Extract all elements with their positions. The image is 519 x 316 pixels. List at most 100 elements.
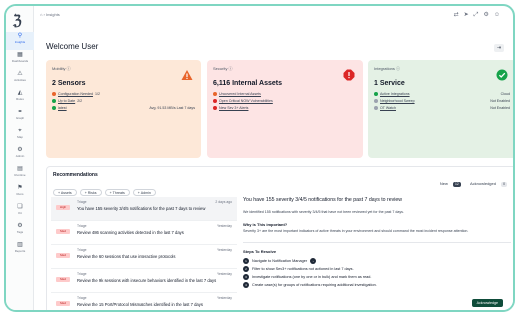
sidebar-item-map[interactable]: ⌖ Map bbox=[6, 127, 34, 145]
card-row-link[interactable]: Open Critical NOW Vulnerabilities bbox=[219, 99, 273, 103]
sidebar-item-runtime[interactable]: ▤ Runtime bbox=[6, 165, 34, 183]
status-dot-icon bbox=[374, 92, 378, 97]
filter-pill-1[interactable]: + Risks bbox=[79, 189, 102, 196]
share-icon[interactable]: ⇄ bbox=[454, 12, 464, 18]
card-row[interactable]: Configuration Needed 1/2 bbox=[52, 91, 195, 98]
sidebar-item-activities[interactable]: ⚠ Activities bbox=[6, 70, 34, 88]
card-row[interactable]: Active Integrations Cloud bbox=[374, 91, 510, 98]
sidebar-item-reports[interactable]: ▥ Reports bbox=[6, 241, 34, 259]
sidebar-item-label: Tags bbox=[16, 230, 24, 234]
card-row[interactable]: latest Avg. 91.53 MB/s Last 7 days bbox=[52, 105, 195, 112]
recommendation-tabs: New 12 Acknowledged 0 bbox=[432, 181, 507, 187]
card-row-value: Not Enabled bbox=[490, 106, 510, 110]
card-header: Security ⓘ bbox=[213, 66, 233, 71]
rules-icon: ◭ bbox=[17, 90, 23, 96]
recommendations-panel: Recommendations + Assets + Risks + Threats… bbox=[46, 166, 513, 310]
sidebar-item-label: Kit bbox=[18, 211, 22, 215]
card-row-link[interactable]: New Sev 3+ Alerts bbox=[219, 106, 248, 110]
expand-icon[interactable]: ⤢ bbox=[474, 12, 484, 18]
card-row[interactable]: Neighborhood Sweep Not Enabled bbox=[374, 98, 510, 105]
sidebar-item-dashboards[interactable]: ▦ Dashboards bbox=[6, 51, 34, 69]
top-bar: ⌂ › Insights ⇄➤⤢⚙☺ bbox=[34, 6, 513, 24]
card-row-link[interactable]: Up to Date bbox=[58, 99, 75, 103]
why-title: Why is This important? bbox=[243, 222, 288, 227]
arrow-right-icon[interactable]: › bbox=[310, 258, 317, 264]
card-row[interactable]: Open Critical NOW Vulnerabilities bbox=[213, 98, 357, 105]
item-time: 2 days ago bbox=[215, 200, 232, 204]
sidebar-item-runs[interactable]: ⚑ Runs bbox=[6, 184, 34, 202]
card-row[interactable]: OT Watch Not Enabled bbox=[374, 105, 510, 112]
tab-new[interactable]: New 12 bbox=[436, 181, 461, 187]
recommendation-detail: You have 155 severity 3/4/5 notification… bbox=[243, 197, 511, 310]
user-menu-icon[interactable]: ☺ bbox=[494, 12, 505, 18]
list-item[interactable]: Med Triage Review the 9k sessions with ins… bbox=[51, 269, 237, 293]
list-item[interactable]: High Triage You have 155 severity 3/4/5 no… bbox=[51, 197, 237, 221]
sidebar-item-admin[interactable]: ⚙ Admin bbox=[6, 146, 34, 164]
card-row-link[interactable]: Active Integrations bbox=[380, 92, 410, 96]
card-row-count: 2/2 bbox=[77, 99, 83, 103]
page-title: Welcome User bbox=[46, 42, 99, 51]
step-text: Filter to show Sev3+ notifications not a… bbox=[252, 267, 354, 271]
card-row-link[interactable]: OT Watch bbox=[380, 106, 396, 110]
sidebar-item-rules[interactable]: ◭ Rules bbox=[6, 89, 34, 107]
sidebar-item-tags[interactable]: ⚙ Tags bbox=[6, 222, 34, 240]
sidebar-item-label: Runs bbox=[16, 192, 24, 196]
graph-icon: ⚭ bbox=[17, 109, 23, 115]
sidebar-item-label: Dashboards bbox=[11, 59, 29, 63]
breadcrumb-current[interactable]: Insights bbox=[46, 12, 60, 17]
reports-icon: ▥ bbox=[17, 242, 23, 248]
sidebar-item-graph[interactable]: ⚭ Graph bbox=[6, 108, 34, 126]
severity-badge: High bbox=[56, 205, 70, 210]
card-row[interactable]: New Sev 3+ Alerts bbox=[213, 105, 357, 112]
dashboards-icon: ▦ bbox=[17, 52, 23, 58]
list-item[interactable]: Med Triage Review the 15 Port/Protocol Mis… bbox=[51, 293, 237, 310]
sidebar-item-label: Admin bbox=[15, 154, 25, 158]
security-card[interactable]: Security ⓘ 6,116 Internal Assets Uncovered… bbox=[207, 60, 363, 158]
collapse-button[interactable]: ⇥ bbox=[494, 44, 504, 52]
list-item[interactable]: Med Triage Review the 60 sessions that use… bbox=[51, 245, 237, 269]
acknowledge-button[interactable]: Acknowledge bbox=[471, 299, 503, 307]
sidebar-item-insights[interactable]: ⚲ Insights bbox=[6, 32, 34, 50]
item-time: Yesterday bbox=[217, 272, 232, 276]
status-dot-icon bbox=[374, 99, 378, 104]
list-item[interactable]: Med Triage Review 486 scanning activities … bbox=[51, 221, 237, 245]
card-row-link[interactable]: Configuration Needed bbox=[58, 92, 93, 96]
card-row-link[interactable]: Neighborhood Sweep bbox=[380, 99, 415, 103]
sidebar-item-kit[interactable]: ❏ Kit bbox=[6, 203, 34, 221]
integrations-card[interactable]: Integrations ⓘ 1 Service Active Integratio… bbox=[368, 60, 513, 158]
card-row-link[interactable]: latest bbox=[58, 106, 67, 110]
filter-pill-3[interactable]: + Admin bbox=[132, 189, 156, 196]
map-icon: ⌖ bbox=[18, 128, 22, 134]
settings-icon[interactable]: ⚙ bbox=[483, 12, 493, 18]
item-type: Triage bbox=[77, 200, 87, 204]
home-icon[interactable]: ⌂ bbox=[40, 12, 42, 17]
status-dot-icon bbox=[52, 106, 56, 111]
app-logo: ℨ bbox=[13, 12, 22, 28]
filter-pill-0[interactable]: + Assets bbox=[53, 189, 77, 196]
card-row-link[interactable]: Uncovered Internal Assets bbox=[219, 92, 261, 96]
tab-acknowledged[interactable]: Acknowledged 0 bbox=[466, 181, 507, 187]
card-row-count: 1/2 bbox=[94, 92, 100, 96]
step-text[interactable]: Navigate to Notification Manager bbox=[252, 259, 307, 263]
acknowledged-count-badge: 0 bbox=[501, 182, 507, 187]
card-header: Mobility ⓘ bbox=[52, 66, 71, 71]
card-row[interactable]: Uncovered Internal Assets bbox=[213, 91, 357, 98]
severity-badge: Med bbox=[56, 301, 70, 306]
sidebar-item-label: Insights bbox=[14, 40, 26, 44]
tags-icon: ⚙ bbox=[17, 223, 23, 229]
runs-icon: ⚑ bbox=[17, 185, 23, 191]
item-text: Review the 60 sessions that use interact… bbox=[77, 254, 176, 259]
card-header: Integrations ⓘ bbox=[374, 66, 401, 71]
status-dot-icon bbox=[374, 106, 378, 111]
card-rows: Active Integrations Cloud Neighborhood Swe… bbox=[374, 91, 510, 112]
mobility-card[interactable]: Mobility ⓘ 2 Sensors Configuration Needed 1… bbox=[46, 60, 201, 158]
recommendations-title: Recommendations bbox=[53, 172, 98, 178]
detail-description: We identified 155 notifications with sev… bbox=[243, 210, 404, 214]
sidebar: ℨ ⚲ Insights ▦ Dashboards ⚠ Activities ◭ Rules ⚭… bbox=[6, 6, 34, 310]
item-type: Triage bbox=[77, 248, 87, 252]
breadcrumb-separator: › bbox=[43, 12, 45, 17]
filter-pill-2[interactable]: + Threats bbox=[104, 189, 130, 196]
send-icon[interactable]: ➤ bbox=[464, 12, 474, 18]
card-rows: Configuration Needed 1/2 Up to Date 2/2 late… bbox=[52, 91, 195, 112]
card-row[interactable]: Up to Date 2/2 bbox=[52, 98, 195, 105]
